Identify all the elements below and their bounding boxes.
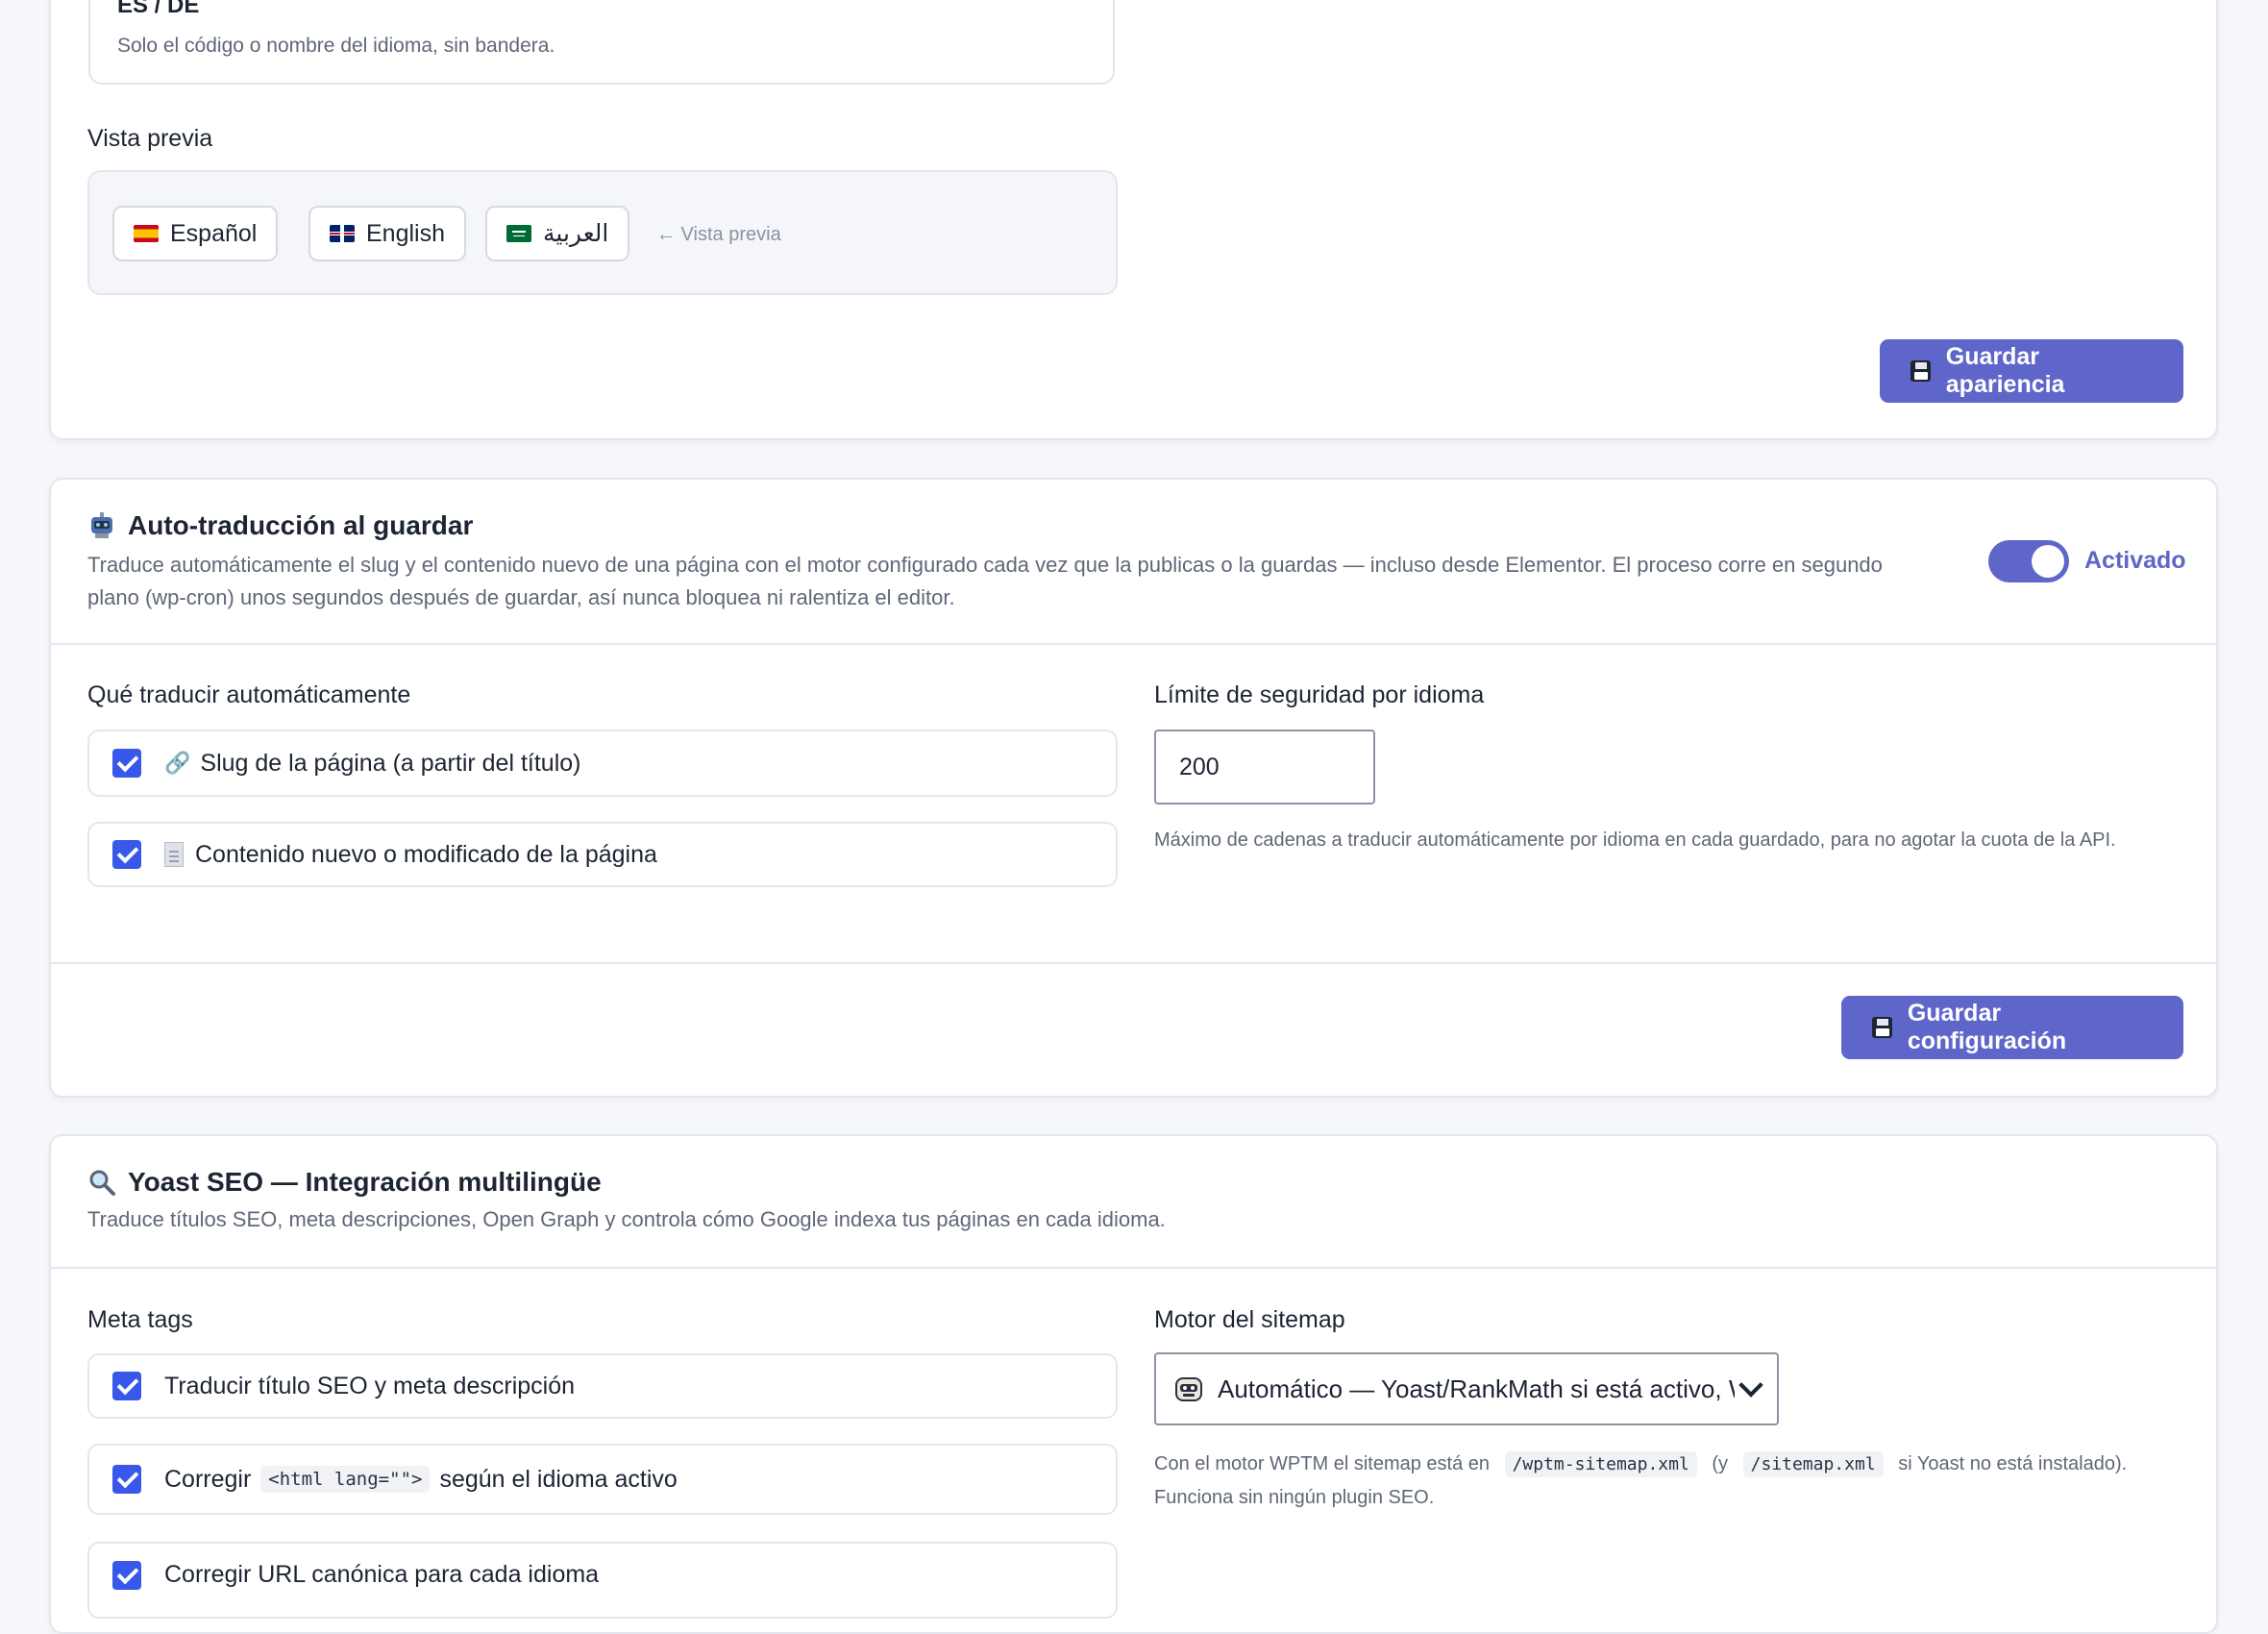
language-code-hint: Solo el código o nombre del idioma, sin … <box>117 35 555 57</box>
toggle-knob <box>2032 545 2064 578</box>
sitemap-engine-label: Motor del sitemap <box>1154 1306 1345 1333</box>
sitemap-path-code: /wptm-sitemap.xml <box>1504 1451 1697 1477</box>
option-html-lang-before: Corregir <box>164 1465 252 1493</box>
option-content-label: Contenido nuevo o modificado de la págin… <box>195 840 657 868</box>
save-config-label: Guardar configuración <box>1907 1000 2067 1054</box>
auto-translate-description: Traduce automáticamente el slug y el con… <box>87 549 2000 614</box>
option-html-lang[interactable]: Corregir <html lang=""> según el idioma … <box>87 1444 1118 1515</box>
auto-translate-title-text: Auto-traducción al guardar <box>128 510 474 540</box>
uk-flag-icon <box>330 225 355 242</box>
floppy-disk-icon <box>1872 1017 1892 1038</box>
language-code-option[interactable]: ES / DE Solo el código o nombre del idio… <box>88 0 1115 85</box>
preview-lang-label: العربية <box>543 220 609 247</box>
yoast-title: Yoast SEO — Integración multilingüe <box>87 1167 602 1198</box>
sitemap-help-line: Funciona sin ningún plugin SEO. <box>1154 1487 1435 1508</box>
divider <box>51 962 2216 964</box>
preview-lang-ar[interactable]: العربية <box>485 206 630 261</box>
auto-translate-card: Auto-traducción al guardar Traduce autom… <box>49 478 2218 1098</box>
link-icon: 🔗 <box>164 751 191 775</box>
save-config-button[interactable]: Guardar configuración <box>1841 996 2183 1059</box>
sitemap-help-text: Con el motor WPTM el sitemap está en <box>1154 1453 1491 1474</box>
document-icon <box>164 842 184 867</box>
robot-icon <box>87 511 116 540</box>
sitemap-engine-select[interactable]: Automático — Yoast/RankMath si está acti… <box>1154 1352 1779 1425</box>
option-canonical[interactable]: Corregir URL canónica para cada idioma <box>87 1542 1118 1619</box>
preview-lang-label: English <box>366 219 445 247</box>
language-switcher-preview: Español English العربية ← Vista previa <box>87 170 1118 295</box>
preview-lang-es[interactable]: Español <box>112 206 279 261</box>
sitemap-help-text: si Yoast no está instalado). <box>1898 1453 2128 1474</box>
html-lang-code: <html lang=""> <box>260 1466 431 1493</box>
what-to-translate-label: Qué traducir automáticamente <box>87 681 411 708</box>
page-scrollbar[interactable] <box>2247 0 2268 1575</box>
yoast-description: Traduce títulos SEO, meta descripciones,… <box>87 1207 1166 1231</box>
sitemap-help-line: Con el motor WPTM el sitemap está en /wp… <box>1154 1448 2192 1481</box>
auto-translate-title: Auto-traducción al guardar <box>87 510 473 541</box>
language-code-title: ES / DE <box>117 0 200 18</box>
preview-lang-label: Español <box>170 219 258 247</box>
option-slug[interactable]: 🔗 Slug de la página (a partir del título… <box>87 730 1118 797</box>
limit-input[interactable]: 200 <box>1154 730 1375 805</box>
option-seo-title[interactable]: Traducir título SEO y meta descripción <box>87 1353 1118 1419</box>
yoast-title-text: Yoast SEO — Integración multilingüe <box>128 1167 602 1197</box>
preview-lang-en[interactable]: English <box>308 206 466 261</box>
toggle-status-label: Activado <box>2084 547 2186 574</box>
slug-checkbox[interactable] <box>112 749 141 778</box>
limit-label: Límite de seguridad por idioma <box>1154 681 1485 708</box>
robot-face-icon <box>1173 1374 1204 1404</box>
canonical-checkbox[interactable] <box>112 1561 141 1590</box>
html-lang-checkbox[interactable] <box>112 1465 141 1494</box>
option-slug-label: Slug de la página (a partir del título) <box>200 749 581 777</box>
magnifier-icon <box>87 1168 116 1197</box>
preview-label: Vista previa <box>87 125 213 152</box>
option-html-lang-after: según el idioma activo <box>439 1465 678 1493</box>
content-checkbox[interactable] <box>112 840 141 869</box>
save-appearance-label: Guardar apariencia <box>1945 343 2065 398</box>
seo-title-checkbox[interactable] <box>112 1372 141 1400</box>
save-appearance-button[interactable]: Guardar apariencia <box>1880 339 2183 403</box>
floppy-disk-icon <box>1911 360 1931 382</box>
option-seo-title-label: Traducir título SEO y meta descripción <box>164 1372 576 1399</box>
auto-translate-description-line: plano (wp-cron) unos segundos después de… <box>87 585 955 609</box>
sitemap-help-text: (y <box>1712 1453 1729 1474</box>
yoast-seo-card: Yoast SEO — Integración multilingüe Trad… <box>49 1134 2218 1634</box>
auto-translate-toggle[interactable] <box>1988 540 2069 582</box>
sitemap-help: Con el motor WPTM el sitemap está en /wp… <box>1154 1448 2192 1514</box>
spain-flag-icon <box>134 225 159 242</box>
saudi-flag-icon <box>506 225 531 242</box>
appearance-card: ES / DE Solo el código o nombre del idio… <box>49 0 2218 440</box>
limit-help: Máximo de cadenas a traducir automáticam… <box>1154 829 2116 851</box>
preview-note: ← Vista previa <box>656 224 781 245</box>
auto-translate-description-line: Traduce automáticamente el slug y el con… <box>87 553 1883 577</box>
divider <box>51 1267 2216 1269</box>
meta-tags-label: Meta tags <box>87 1306 193 1333</box>
chevron-down-icon <box>1738 1373 1763 1398</box>
sitemap-engine-value: Automático — Yoast/RankMath si está acti… <box>1218 1374 1735 1403</box>
option-content[interactable]: Contenido nuevo o modificado de la págin… <box>87 822 1118 887</box>
divider <box>51 643 2216 645</box>
sitemap-path-code: /sitemap.xml <box>1742 1451 1884 1477</box>
